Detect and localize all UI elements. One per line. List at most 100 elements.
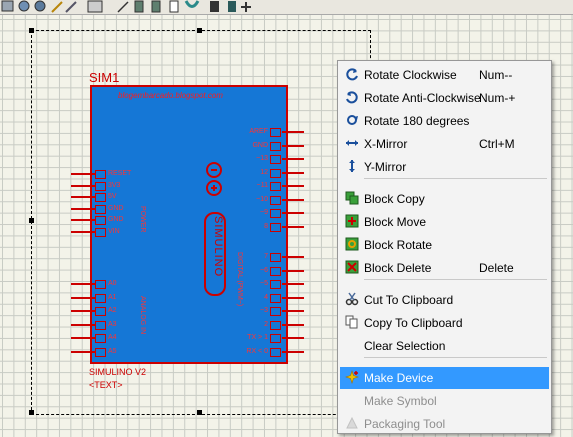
pin-line	[282, 323, 304, 326]
pin-box[interactable]	[95, 293, 106, 303]
block-rotate-icon	[345, 237, 359, 251]
menu-item-block-delete[interactable]: Block Delete Delete	[340, 257, 549, 279]
menu-item-label: X-Mirror	[364, 137, 408, 151]
menu-item-label: Packaging Tool	[364, 417, 446, 431]
pin-label: TX > 1	[247, 334, 268, 341]
menu-item-label: Y-Mirror	[364, 160, 407, 174]
pin-label: GND	[252, 141, 268, 149]
menu-item-label: Make Device	[364, 371, 434, 385]
pin-line	[71, 337, 95, 339]
pin-box[interactable]	[95, 181, 106, 191]
pin-box[interactable]	[270, 155, 281, 164]
menu-item-x-mirror[interactable]: X-Mirror Ctrl+M	[340, 133, 549, 155]
pin-box[interactable]	[270, 280, 281, 289]
pin-label: 3V3	[108, 181, 121, 189]
menu-item-label: Rotate 180 degrees	[364, 114, 470, 128]
selection-handle[interactable]	[197, 410, 202, 415]
pin-line	[71, 184, 95, 187]
pin-box[interactable]	[270, 253, 281, 262]
pin-box[interactable]	[95, 334, 106, 343]
menu-item-label: Cut To Clipboard	[364, 293, 454, 307]
menu-item-shortcut: Num--	[479, 68, 513, 82]
selection-handle[interactable]	[197, 28, 202, 33]
pin-line	[282, 158, 304, 160]
pin-label: 4	[264, 293, 268, 301]
menu-item-copy-to-clipboard[interactable]: Copy To Clipboard	[340, 312, 549, 334]
pin-box[interactable]	[270, 266, 281, 276]
pin-box[interactable]	[95, 227, 106, 237]
menu-item-block-copy[interactable]: Block Copy	[340, 188, 549, 210]
menu-item-shortcut: Ctrl+M	[479, 137, 515, 151]
block-copy-icon	[345, 191, 359, 205]
pin-box[interactable]	[270, 320, 281, 330]
pin-line	[282, 296, 304, 299]
rotate-anticlockwise-icon	[346, 91, 358, 104]
pin-label: RX < 0	[246, 347, 268, 355]
rotate-180-icon	[347, 115, 358, 125]
pin-box[interactable]	[270, 307, 281, 316]
menu-separator	[364, 279, 547, 280]
pin-box[interactable]	[270, 182, 281, 191]
pin-line	[282, 350, 304, 353]
pin-box[interactable]	[270, 222, 281, 232]
pin-line	[71, 283, 95, 285]
pin-box[interactable]	[95, 170, 106, 179]
pin-box[interactable]	[95, 307, 106, 316]
menu-item-y-mirror[interactable]: Y-Mirror	[340, 156, 549, 178]
menu-item-rotate-anti-clockwise[interactable]: Rotate Anti-Clockwise Num-+	[340, 87, 549, 109]
menu-item-label: Rotate Anti-Clockwise	[364, 91, 481, 105]
menu-item-label: Make Symbol	[364, 394, 437, 408]
menu-separator	[364, 178, 547, 179]
scissors-icon	[345, 292, 359, 306]
pin-line	[282, 225, 304, 228]
menu-item-make-device[interactable]: Make Device	[340, 367, 549, 389]
toolbar	[0, 0, 573, 15]
pin-line	[71, 196, 95, 198]
menu-item-clear-selection[interactable]: Clear Selection	[340, 335, 549, 357]
menu-item-rotate-180-degrees[interactable]: Rotate 180 degrees	[340, 110, 549, 132]
pin-label: 8	[264, 222, 268, 230]
pin-box[interactable]	[270, 168, 281, 178]
menu-item-make-symbol[interactable]: Make Symbol	[340, 390, 549, 412]
menu-item-block-rotate[interactable]: Block Rotate	[340, 234, 549, 256]
menu-item-label: Clear Selection	[364, 339, 446, 353]
pin-line	[282, 256, 304, 258]
toolbar-icons[interactable]	[0, 0, 270, 14]
pin-label: GND	[108, 216, 124, 223]
pin-box[interactable]	[270, 334, 281, 343]
pin-box[interactable]	[270, 209, 281, 218]
pin-line	[71, 230, 95, 233]
menu-item-block-move[interactable]: Block Move	[340, 211, 549, 233]
pin-box[interactable]	[95, 216, 106, 225]
pin-box[interactable]	[95, 204, 106, 214]
selection-handle[interactable]	[29, 410, 34, 415]
menu-item-shortcut: Num-+	[479, 91, 516, 105]
menu-item-cut-to-clipboard[interactable]: Cut To Clipboard	[340, 289, 549, 311]
pin-line	[71, 296, 95, 299]
menu-item-label: Block Delete	[364, 261, 432, 275]
pin-box[interactable]	[270, 141, 281, 151]
menu-separator	[364, 357, 547, 358]
pin-box[interactable]	[270, 128, 281, 137]
pin-label: ~9	[260, 209, 268, 216]
pin-label: A4	[108, 334, 117, 341]
menu-item-rotate-clockwise[interactable]: Rotate Clockwise Num--	[340, 64, 549, 86]
pin-box[interactable]	[95, 347, 106, 357]
menu-item-packaging-tool[interactable]: Packaging Tool	[340, 413, 549, 435]
pin-box[interactable]	[270, 347, 281, 357]
pin-label: A0	[108, 280, 117, 287]
block-delete-icon	[345, 260, 359, 274]
pin-box[interactable]	[270, 293, 281, 303]
pin-box[interactable]	[95, 193, 106, 202]
menu-item-shortcut: Delete	[479, 261, 514, 275]
pin-line	[71, 323, 95, 326]
pin-label: ~13	[256, 155, 268, 162]
pin-box[interactable]	[270, 195, 281, 205]
selection-handle[interactable]	[29, 28, 34, 33]
pin-box[interactable]	[95, 280, 106, 289]
pin-line	[71, 219, 95, 221]
selection-handle[interactable]	[29, 218, 34, 223]
pin-line	[71, 350, 95, 353]
pin-line	[71, 310, 95, 312]
pin-box[interactable]	[95, 320, 106, 330]
